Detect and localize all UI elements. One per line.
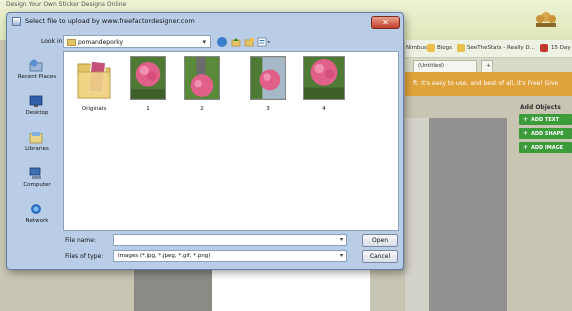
screen: Design Your Own Sticker Designs Online N…: [0, 0, 572, 311]
file-label: 2: [200, 106, 204, 112]
place-desktop[interactable]: Desktop: [11, 95, 63, 125]
add-image-button[interactable]: + ADD IMAGE: [519, 142, 572, 153]
dialog-titlebar[interactable]: Select file to upload by www.freefactord…: [7, 13, 403, 31]
up-folder-icon[interactable]: [231, 37, 241, 47]
plus-icon: +: [523, 144, 529, 151]
file-label: 3: [266, 106, 270, 112]
file-type-value: Images (*.jpg, *.jpeg, *.gif, *.png): [118, 253, 211, 259]
file-label: 4: [322, 106, 326, 112]
dialog-title: Select file to upload by www.freefactord…: [25, 17, 195, 25]
view-menu-icon[interactable]: [257, 37, 271, 47]
browser-tabs: (Untitled) +: [405, 58, 572, 72]
add-text-label: ADD TEXT: [531, 117, 560, 123]
look-in-dropdown[interactable]: pomandeporky ▾: [63, 35, 211, 48]
place-network[interactable]: Network: [11, 203, 63, 233]
libraries-icon: [29, 132, 43, 144]
look-in-value: pomandeporky: [78, 39, 124, 46]
back-icon[interactable]: [217, 37, 227, 47]
bookmark-2[interactable]: Blogs: [437, 45, 452, 51]
file-upload-dialog: Select file to upload by www.freefactord…: [6, 12, 404, 270]
bookmarks-bar: Nimbus Blogs SeeTheStats - Really D... 1…: [405, 40, 572, 58]
canvas-right-panel: [429, 118, 507, 311]
open-button[interactable]: Open: [362, 234, 398, 247]
computer-icon: [29, 167, 41, 179]
places-bar: Recent Places Desktop Libraries Computer…: [11, 51, 63, 241]
flower-image-icon: [303, 56, 345, 100]
network-icon: [31, 204, 41, 214]
place-label: Recent Places: [17, 74, 57, 80]
place-libraries[interactable]: Libraries: [11, 131, 63, 161]
add-objects-heading: Add Objects: [520, 104, 561, 111]
chevron-down-icon[interactable]: ▾: [340, 236, 343, 243]
file-list[interactable]: Originals 1 2 3 4: [63, 51, 399, 231]
folder-icon: [457, 44, 465, 52]
look-in-label: Look in:: [41, 38, 65, 45]
bookmark-3[interactable]: SeeTheStats - Really D...: [467, 45, 535, 51]
file-name-label: File name:: [65, 237, 96, 244]
calendar-icon: [540, 44, 548, 52]
flower-image-icon: [184, 56, 220, 100]
add-shape-label: ADD SHAPE: [531, 131, 564, 137]
promo-banner: ft. It's easy to use, and best of all, i…: [405, 72, 572, 96]
add-shape-button[interactable]: + ADD SHAPE: [519, 128, 572, 139]
folder-icon: [77, 60, 111, 99]
place-label: Network: [25, 218, 49, 224]
place-label: Desktop: [25, 110, 49, 116]
file-label: Originals: [81, 106, 107, 112]
banner-text: ft. It's easy to use, and best of all, i…: [413, 80, 559, 87]
folder-icon: [427, 44, 435, 52]
file-type-dropdown[interactable]: Images (*.jpg, *.jpeg, *.gif, *.png) ▾: [113, 250, 347, 262]
canvas-side-strip: [405, 118, 429, 311]
new-folder-icon[interactable]: [244, 37, 254, 47]
file-type-label: Files of type:: [65, 253, 104, 260]
chevron-down-icon: ▾: [202, 38, 206, 46]
cancel-button[interactable]: Cancel: [362, 250, 398, 263]
browser-tab[interactable]: (Untitled): [413, 60, 477, 72]
site-logo-icon: [536, 12, 556, 27]
flower-image-icon: [130, 56, 166, 100]
chevron-down-icon: ▾: [339, 252, 343, 259]
desktop-icon: [29, 95, 43, 107]
place-recent-places[interactable]: Recent Places: [11, 59, 63, 89]
recent-places-icon: [29, 59, 43, 72]
bookmark-1[interactable]: Nimbus: [406, 45, 427, 51]
close-button[interactable]: ✕: [371, 16, 400, 29]
add-text-button[interactable]: + ADD TEXT: [519, 114, 572, 125]
plus-icon: +: [523, 130, 529, 137]
place-label: Computer: [23, 182, 51, 188]
plus-icon: +: [523, 116, 529, 123]
look-in-row: Look in: pomandeporky ▾: [7, 35, 403, 49]
browser-page-title: Design Your Own Sticker Designs Online: [6, 1, 127, 8]
place-label: Libraries: [25, 146, 49, 152]
file-item-image[interactable]: 4: [300, 56, 348, 122]
add-image-label: ADD IMAGE: [531, 145, 564, 151]
folder-icon: [67, 39, 76, 46]
file-item-image[interactable]: 3: [244, 56, 292, 122]
file-item-image[interactable]: 2: [178, 56, 226, 122]
file-name-input[interactable]: ▾: [113, 234, 347, 246]
flower-image-icon: [250, 56, 286, 100]
place-computer[interactable]: Computer: [11, 167, 63, 197]
bookmark-4[interactable]: 15 Day: [551, 45, 571, 51]
file-item-image[interactable]: 1: [124, 56, 172, 122]
file-label: 1: [146, 106, 150, 112]
file-item-folder[interactable]: Originals: [70, 56, 118, 122]
tab-label: (Untitled): [418, 63, 445, 69]
dialog-app-icon: [12, 17, 21, 26]
new-tab-button[interactable]: +: [481, 60, 493, 72]
